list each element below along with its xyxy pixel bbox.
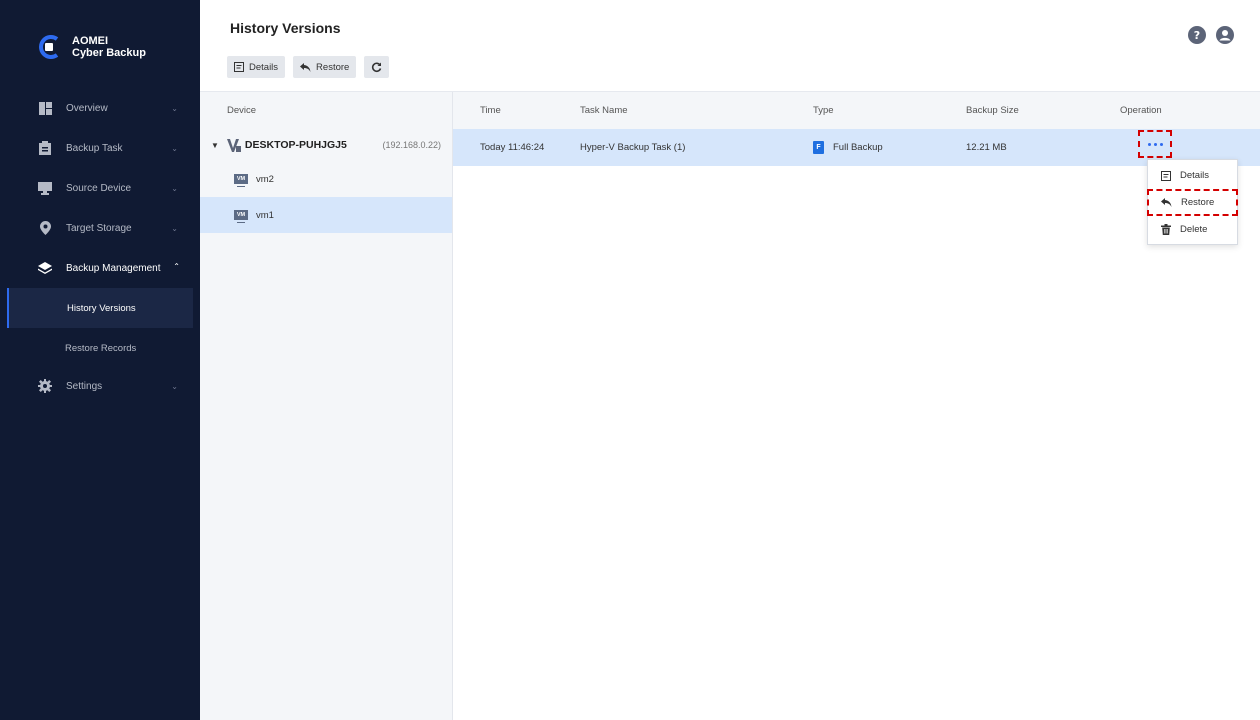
versions-table: Time Task Name Type Backup Size Operatio… [453, 92, 1260, 166]
restore-icon [1161, 198, 1172, 207]
dropdown-item-restore[interactable]: Restore [1147, 189, 1238, 216]
monitor-icon [38, 181, 52, 195]
clipboard-icon [38, 141, 52, 155]
host-name: DESKTOP-PUHJGJ5 [244, 139, 347, 151]
column-header-time: Time [480, 105, 501, 116]
dropdown-item-label: Details [1180, 170, 1210, 181]
details-button-label: Details [249, 61, 279, 73]
cell-time: Today 11:46:24 [480, 142, 545, 153]
app-logo[interactable]: AOMEI Cyber Backup [36, 34, 146, 60]
vm-icon: VM [234, 210, 248, 223]
brand-line2: Cyber Backup [72, 47, 146, 59]
chevron-down-icon: ⌄ [171, 144, 178, 153]
chevron-down-icon: ⌄ [171, 184, 178, 193]
logo-icon [36, 34, 62, 60]
svg-text:?: ? [1194, 29, 1200, 42]
brand-line1: AOMEI [72, 35, 109, 47]
chevron-up-icon: ⌃ [173, 262, 180, 271]
restore-icon [300, 62, 311, 72]
caret-down-icon[interactable]: ▼ [211, 141, 219, 150]
restore-button-label: Restore [316, 61, 350, 73]
column-header-task-name: Task Name [580, 105, 628, 116]
layers-icon [38, 261, 52, 275]
sidebar-item-backup-task[interactable]: Backup Task ⌄ [0, 128, 200, 168]
details-button[interactable]: Details [227, 56, 286, 78]
hyperv-icon [226, 138, 241, 152]
sidebar: AOMEI Cyber Backup Overview ⌄ Backup Tas… [0, 0, 200, 720]
sidebar-nav: Overview ⌄ Backup Task ⌄ Source Device ⌄… [0, 88, 200, 406]
more-dots-icon [1146, 142, 1164, 146]
cell-type: F Full Backup [813, 141, 966, 154]
vm-icon: VM [234, 174, 248, 187]
chevron-down-icon: ⌄ [171, 104, 178, 113]
dropdown-item-delete[interactable]: Delete [1148, 216, 1237, 243]
device-column-header: Device [227, 105, 257, 116]
cell-task-name: Hyper-V Backup Task (1) [580, 142, 686, 153]
table-header: Time Task Name Type Backup Size Operatio… [453, 92, 1260, 129]
sidebar-subitem-restore-records[interactable]: Restore Records [0, 328, 200, 368]
device-tree-vm[interactable]: VM vm2 [200, 161, 452, 197]
sidebar-item-label: Source Device [66, 182, 132, 194]
sidebar-item-target-storage[interactable]: Target Storage ⌄ [0, 208, 200, 248]
sidebar-item-label: Target Storage [66, 222, 132, 234]
host-ip: (192.168.0.22) [382, 140, 441, 150]
vm-name: vm1 [256, 209, 274, 221]
trash-icon [1161, 224, 1171, 235]
chevron-down-icon: ⌄ [171, 382, 178, 391]
sidebar-item-label: Backup Management [66, 262, 161, 274]
more-options-button[interactable] [1138, 130, 1172, 158]
refresh-button[interactable] [364, 56, 390, 78]
column-header-operation: Operation [1120, 105, 1162, 116]
sidebar-item-source-device[interactable]: Source Device ⌄ [0, 168, 200, 208]
help-icon[interactable]: ? [1188, 26, 1206, 47]
device-panel: Device ▼ DESKTOP-PUHJGJ5 (192.168.0.22) … [200, 92, 453, 720]
full-backup-icon: F [813, 141, 824, 154]
sidebar-item-backup-management[interactable]: Backup Management ⌃ [0, 248, 200, 288]
column-header-backup-size: Backup Size [966, 105, 1019, 116]
sidebar-item-label: Backup Task [66, 142, 123, 154]
header-actions: ? [1178, 26, 1234, 47]
operation-dropdown: Details Restore Delete [1147, 159, 1238, 245]
sidebar-item-overview[interactable]: Overview ⌄ [0, 88, 200, 128]
sidebar-item-settings[interactable]: Settings ⌄ [0, 366, 200, 406]
device-tree-host[interactable]: ▼ DESKTOP-PUHJGJ5 (192.168.0.22) [200, 129, 452, 161]
sidebar-subitem-history-versions[interactable]: History Versions [7, 288, 193, 328]
gear-icon [38, 379, 52, 393]
page-header: History Versions Details Restore ? [200, 0, 1260, 92]
toolbar: Details Restore [227, 56, 397, 78]
cell-backup-size: 12.21 MB [966, 142, 1007, 153]
details-icon [234, 62, 244, 72]
vm-name: vm2 [256, 173, 274, 185]
dashboard-icon [38, 101, 52, 115]
cell-type-label: Full Backup [833, 142, 883, 153]
details-icon [1161, 170, 1171, 181]
column-header-type: Type [813, 105, 834, 116]
sidebar-item-label: Overview [66, 102, 108, 114]
dropdown-item-details[interactable]: Details [1148, 162, 1237, 189]
location-pin-icon [38, 221, 52, 235]
page-title: History Versions [230, 20, 341, 36]
dropdown-item-label: Delete [1180, 224, 1208, 235]
chevron-down-icon: ⌄ [171, 224, 178, 233]
device-tree-vm[interactable]: VM vm1 [200, 197, 452, 233]
sidebar-item-label: Settings [66, 380, 103, 392]
user-icon[interactable] [1216, 26, 1234, 47]
restore-button[interactable]: Restore [293, 56, 357, 78]
refresh-icon [372, 62, 382, 72]
dropdown-item-label: Restore [1181, 197, 1215, 208]
